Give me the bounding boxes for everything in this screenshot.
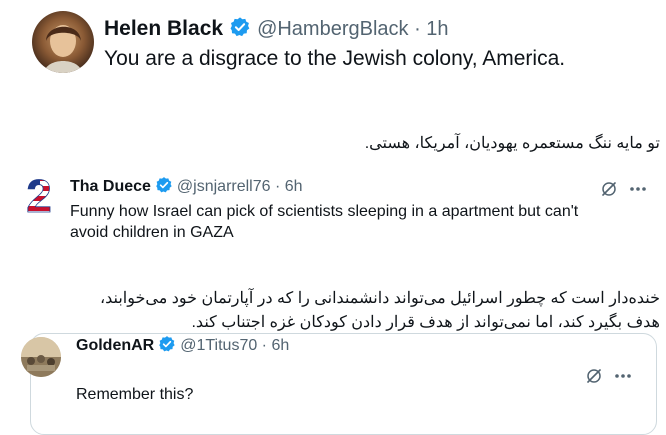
- more-icon[interactable]: [612, 366, 634, 386]
- tweet-header: GoldenAR @1Titus70 · 6h: [76, 335, 289, 357]
- translation-text: خنده‌دار است که چطور اسرائیل می‌تواند دا…: [100, 287, 660, 335]
- tweet-text: Remember this?: [76, 386, 194, 403]
- more-icon[interactable]: [627, 179, 649, 199]
- avatar[interactable]: [21, 337, 61, 377]
- verified-badge-icon: [158, 335, 176, 358]
- tweet-text: You are a disgrace to the Jewish colony,…: [104, 47, 566, 70]
- display-name[interactable]: Helen Black: [104, 17, 223, 41]
- verified-badge-icon: [229, 16, 251, 43]
- display-name[interactable]: Tha Duece: [70, 178, 151, 196]
- translation-line: خنده‌دار است که چطور اسرائیل می‌تواند دا…: [99, 290, 660, 307]
- avatar[interactable]: [32, 11, 94, 73]
- tweet-text-line: Funny how Israel can pick of scientists …: [70, 203, 579, 220]
- translation-text: تو مایه ننگ مستعمره یهودیان، آمریکا، هست…: [364, 135, 660, 152]
- grok-icon[interactable]: [599, 179, 619, 199]
- handle-time[interactable]: @HambergBlack · 1h: [257, 18, 448, 41]
- display-name[interactable]: GoldenAR: [76, 337, 154, 355]
- svg-text:2: 2: [26, 172, 52, 216]
- tweet-header: Helen Black @HambergBlack · 1h: [104, 14, 449, 44]
- tweet-header: Tha Duece @jsnjarrell76 · 6h: [70, 176, 303, 198]
- tweet-text: Funny how Israel can pick of scientists …: [70, 201, 578, 243]
- translation-line: هدف بگیرد کند، اما نمی‌تواند از هدف قرار…: [191, 314, 660, 331]
- grok-icon[interactable]: [584, 366, 604, 386]
- handle-time[interactable]: @jsnjarrell76 · 6h: [177, 178, 303, 196]
- verified-badge-icon: [155, 176, 173, 199]
- avatar[interactable]: 2 2: [22, 172, 56, 216]
- tweet-text-line: avoid children in GAZA: [70, 224, 234, 241]
- handle-time[interactable]: @1Titus70 · 6h: [180, 337, 289, 355]
- flag-two-icon: 2 2: [26, 172, 52, 216]
